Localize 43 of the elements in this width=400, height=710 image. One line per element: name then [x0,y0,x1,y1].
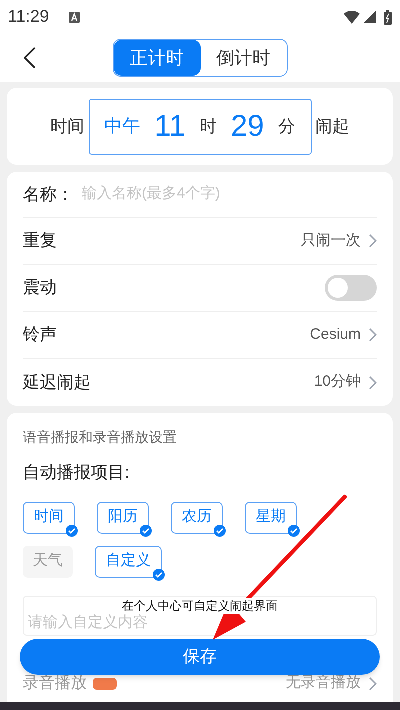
chevron-right-icon [369,676,377,690]
check-icon [288,524,300,536]
back-icon [24,47,36,69]
custom-placeholder: 请输入自定义内容 [28,614,148,632]
setting-label: 震动 [23,277,57,300]
minute-text: 29 [230,109,264,145]
mode-tab[interactable]: 正计时 [114,40,200,76]
check-icon [153,568,165,580]
setting-label: 延迟闹起 [23,372,91,394]
alarm-label: 闹起 [316,116,350,138]
status-time: 11:29 [8,6,50,28]
setting-value[interactable]: 10分钟 [314,371,377,394]
time-picker[interactable]: 中午 11 时 29 分 [88,98,312,154]
battery-icon [384,10,392,24]
check-icon [140,524,152,536]
setting-label: 铃声 [23,324,57,346]
setting-label: 重复 [23,230,57,252]
save-button[interactable]: 保存 [20,639,380,675]
recording-value[interactable]: 无录音播放 [286,672,377,695]
notification-icon [69,12,80,22]
chevron-right-icon [369,376,377,390]
new-badge [93,678,117,690]
section-title: 语音播报和录音播放设置 [23,428,178,447]
minute-unit: 分 [278,116,296,138]
period-text: 中午 [104,115,141,138]
setting-value[interactable]: 只闹一次 [301,230,377,252]
check-icon [66,524,78,536]
name-input[interactable]: 输入名称(最多4个字) [82,183,377,206]
chevron-right-icon [369,234,377,248]
check-icon [214,524,226,536]
time-label: 时间 [50,116,84,138]
vibrate-switch[interactable] [325,275,377,301]
wifi-icon [344,10,360,24]
chevron-right-icon [369,328,377,342]
hour-text: 11 [154,109,186,145]
setting-value[interactable]: Cesium [310,324,377,346]
broadcast-chip[interactable]: 天气 [23,546,73,578]
name-label: 名称： [23,184,74,206]
section-subtitle: 自动播报项目: [23,462,131,484]
signal-icon [364,11,376,23]
recording-label: 录音播放 [23,674,87,694]
hint-toast: 在个人中心可自定义闹起界面 [120,598,280,614]
hour-unit: 时 [200,116,217,138]
